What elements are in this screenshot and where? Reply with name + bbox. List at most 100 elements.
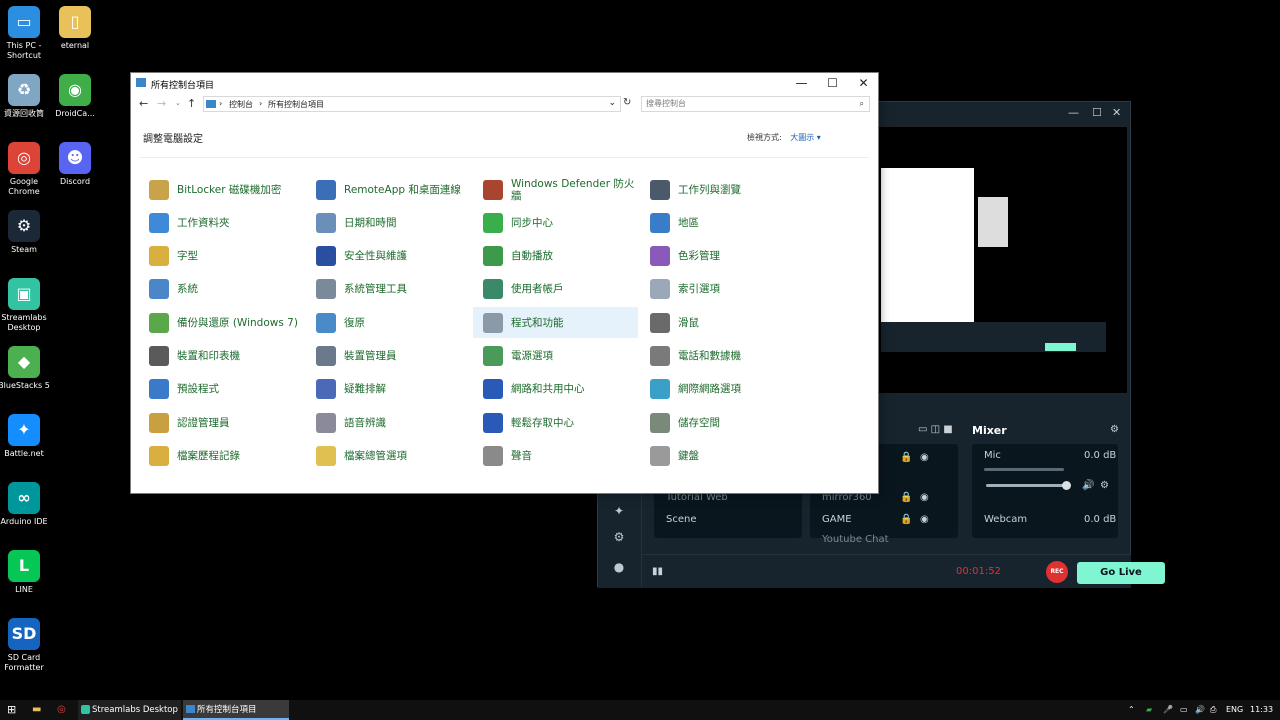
source-item[interactable]: Youtube Chat bbox=[822, 534, 889, 545]
control-panel-item[interactable]: BitLocker 磁碟機加密 bbox=[139, 174, 304, 205]
search-icon[interactable]: ⌕ bbox=[860, 97, 864, 111]
eye-icon[interactable]: ◉ bbox=[920, 452, 929, 463]
eye-icon[interactable]: ◉ bbox=[920, 514, 929, 525]
address-bar[interactable]: › 控制台 › 所有控制台項目 ⌄ bbox=[203, 96, 621, 112]
breadcrumb-item[interactable]: 所有控制台項目 bbox=[268, 99, 324, 110]
control-panel-item[interactable]: 工作資料夾 bbox=[139, 207, 304, 238]
maximize-button[interactable]: ☐ bbox=[817, 73, 848, 93]
control-panel-item[interactable]: 字型 bbox=[139, 241, 304, 272]
close-icon[interactable]: ✕ bbox=[1112, 106, 1121, 119]
control-panel-item[interactable]: 滑鼠 bbox=[640, 307, 805, 338]
control-panel-item[interactable]: Windows Defender 防火牆 bbox=[473, 174, 638, 205]
control-panel-item[interactable]: 電源選項 bbox=[473, 341, 638, 372]
view-by-dropdown[interactable]: 大圖示 ▾ bbox=[790, 133, 821, 142]
control-panel-item[interactable]: 復原 bbox=[306, 307, 471, 338]
tray-expand-icon[interactable]: ⌃ bbox=[1128, 700, 1135, 720]
control-panel-item[interactable]: 使用者帳戶 bbox=[473, 274, 638, 305]
desktop-icon[interactable]: ◎ Google Chrome bbox=[0, 142, 52, 197]
control-panel-item[interactable]: 預設程式 bbox=[139, 374, 304, 405]
clock[interactable]: 11:33 bbox=[1250, 700, 1273, 720]
volume-slider[interactable] bbox=[986, 484, 1066, 487]
minimize-icon[interactable]: — bbox=[1068, 106, 1079, 119]
sparkle-icon[interactable]: ✦ bbox=[608, 504, 630, 522]
control-panel-item[interactable]: 儲存空間 bbox=[640, 407, 805, 438]
control-panel-item[interactable]: 疑難排解 bbox=[306, 374, 471, 405]
desktop-icon[interactable]: ▭ This PC - Shortcut bbox=[0, 6, 52, 61]
control-panel-item[interactable]: 同步中心 bbox=[473, 207, 638, 238]
desktop-icon[interactable]: ∞ Arduino IDE bbox=[0, 482, 52, 527]
refresh-icon[interactable]: ↻ bbox=[623, 97, 631, 108]
chevron-down-icon[interactable]: ⌄ bbox=[608, 98, 616, 108]
control-panel-item[interactable]: 自動播放 bbox=[473, 241, 638, 272]
stats-icon[interactable]: ▮▮ bbox=[652, 566, 663, 577]
scene-item[interactable]: Scene bbox=[666, 514, 697, 525]
control-panel-item[interactable]: 語音辨識 bbox=[306, 407, 471, 438]
file-explorer-icon[interactable]: ▬ bbox=[32, 700, 41, 720]
maximize-icon[interactable]: ☐ bbox=[1092, 106, 1102, 119]
network-icon[interactable]: ▭ bbox=[1180, 700, 1188, 720]
control-panel-item[interactable]: 認證管理員 bbox=[139, 407, 304, 438]
control-panel-item[interactable]: 裝置和印表機 bbox=[139, 341, 304, 372]
control-panel-item[interactable]: 日期和時間 bbox=[306, 207, 471, 238]
control-panel-item[interactable]: 電話和數據機 bbox=[640, 341, 805, 372]
desktop-icon[interactable]: ◆ BlueStacks 5 bbox=[0, 346, 52, 391]
start-icon[interactable]: ⊞ bbox=[7, 700, 16, 720]
desktop-icon[interactable]: ♻ 資源回收筒 bbox=[0, 74, 52, 119]
source-item[interactable]: GAME bbox=[822, 514, 852, 525]
volume-icon[interactable]: 🔊 bbox=[1195, 700, 1205, 720]
control-panel-item[interactable]: 工作列與瀏覽 bbox=[640, 174, 805, 205]
control-panel-item[interactable]: 檔案總管選項 bbox=[306, 440, 471, 471]
desktop-icon[interactable]: ✦ Battle.net bbox=[0, 414, 52, 459]
close-button[interactable]: ✕ bbox=[848, 73, 879, 93]
control-panel-item[interactable]: 網路和共用中心 bbox=[473, 374, 638, 405]
nvidia-icon[interactable]: ▰ bbox=[1146, 700, 1152, 720]
control-panel-item[interactable]: 網際網路選項 bbox=[640, 374, 805, 405]
go-live-button[interactable]: Go Live bbox=[1077, 562, 1165, 584]
volume-slider-knob[interactable] bbox=[1062, 481, 1071, 490]
control-panel-item[interactable]: 聲音 bbox=[473, 440, 638, 471]
lock-icon[interactable]: 🔒 bbox=[900, 452, 912, 463]
control-panel-item[interactable]: 系統管理工具 bbox=[306, 274, 471, 305]
control-panel-item[interactable]: 色彩管理 bbox=[640, 241, 805, 272]
desktop-icon[interactable]: ◉ DroidCa... bbox=[47, 74, 103, 119]
control-panel-item[interactable]: 系統 bbox=[139, 274, 304, 305]
desktop-icon[interactable]: L LINE bbox=[0, 550, 52, 595]
control-panel-item[interactable]: RemoteApp 和桌面連線 bbox=[306, 174, 471, 205]
desktop-icon[interactable]: ▯ eternal bbox=[47, 6, 103, 51]
printer-icon[interactable]: ⎙ bbox=[1210, 700, 1216, 720]
desktop-icon[interactable]: ▣ Streamlabs Desktop bbox=[0, 278, 52, 333]
control-panel-item[interactable]: 地區 bbox=[640, 207, 805, 238]
eye-icon[interactable]: ◉ bbox=[920, 492, 929, 503]
gear-icon[interactable]: ⚙ bbox=[608, 530, 630, 548]
gear-icon[interactable]: ⚙ bbox=[1100, 480, 1109, 491]
control-panel-item[interactable]: 裝置管理員 bbox=[306, 341, 471, 372]
control-panel-item[interactable]: 備份與還原 (Windows 7) bbox=[139, 307, 304, 338]
chrome-icon[interactable]: ◎ bbox=[57, 700, 66, 720]
control-panel-item[interactable]: 程式和功能 bbox=[473, 307, 638, 339]
speaker-icon[interactable]: 🔊 bbox=[1082, 480, 1094, 491]
desktop-icon[interactable]: ☻ Discord bbox=[47, 142, 103, 187]
control-panel-item[interactable]: 索引選項 bbox=[640, 274, 805, 305]
source-toolbar-icons[interactable]: ▭ ◫ ■ bbox=[918, 424, 953, 435]
language-indicator[interactable]: ENG bbox=[1226, 700, 1243, 720]
recent-dropdown-icon[interactable]: ⌄ bbox=[175, 99, 181, 107]
rec-button[interactable]: REC bbox=[1046, 561, 1068, 583]
lock-icon[interactable]: 🔒 bbox=[900, 514, 912, 525]
lock-icon[interactable]: 🔒 bbox=[900, 492, 912, 503]
control-panel-item[interactable]: 安全性與維護 bbox=[306, 241, 471, 272]
search-input[interactable]: 搜尋控制台 ⌕ bbox=[641, 96, 870, 112]
back-arrow-icon[interactable]: ← bbox=[139, 97, 148, 110]
up-arrow-icon[interactable]: ↑ bbox=[187, 97, 196, 110]
minimize-button[interactable]: — bbox=[786, 73, 817, 93]
taskbar-app-control-panel[interactable]: 所有控制台項目 bbox=[183, 700, 289, 720]
user-icon[interactable]: ● bbox=[608, 560, 630, 578]
control-panel-item[interactable]: 鍵盤 bbox=[640, 440, 805, 471]
control-panel-item[interactable]: 輕鬆存取中心 bbox=[473, 407, 638, 438]
mixer-settings-icon[interactable]: ⚙ bbox=[1110, 424, 1119, 435]
taskbar-app-streamlabs[interactable]: Streamlabs Desktop bbox=[78, 700, 181, 720]
microphone-icon[interactable]: 🎤 bbox=[1163, 700, 1173, 720]
desktop-icon[interactable]: ⚙ Steam bbox=[0, 210, 52, 255]
breadcrumb-item[interactable]: 控制台 bbox=[229, 99, 253, 110]
control-panel-item[interactable]: 檔案歷程記錄 bbox=[139, 440, 304, 471]
desktop-icon[interactable]: SD SD Card Formatter bbox=[0, 618, 52, 673]
